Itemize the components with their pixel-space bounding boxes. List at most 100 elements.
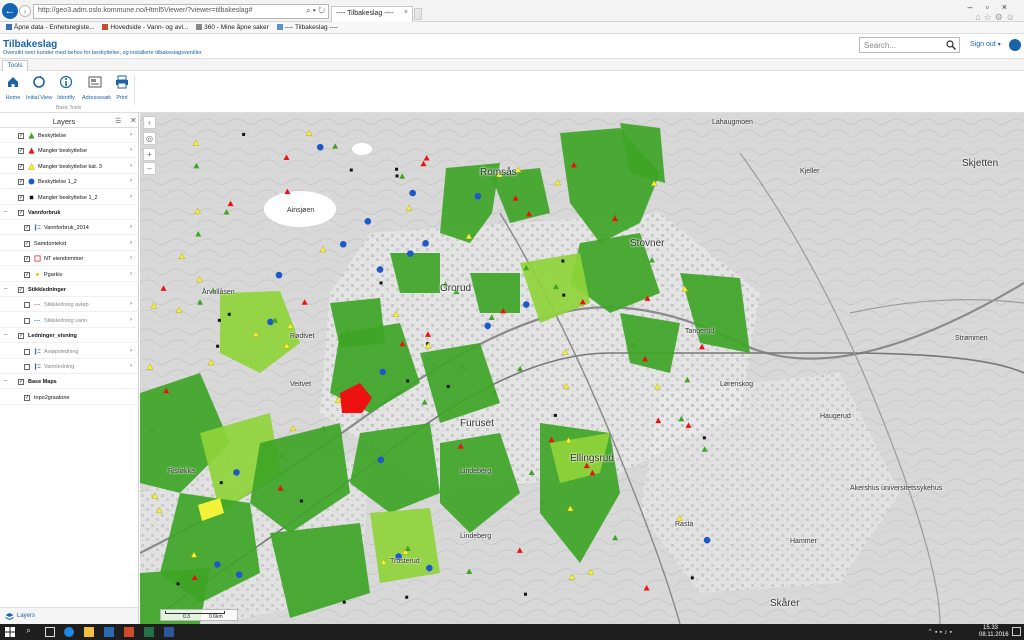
search-icon[interactable]	[946, 40, 956, 50]
layer-checkbox[interactable]: ✓	[24, 240, 30, 247]
identify-button[interactable]: Identify	[53, 75, 79, 101]
sq-black-marker[interactable]	[553, 413, 557, 417]
dot-blue-marker[interactable]	[233, 469, 240, 476]
search-icon[interactable]: ⌕	[26, 625, 36, 635]
powerpoint-icon[interactable]	[124, 627, 134, 637]
sq-black-marker[interactable]	[406, 379, 410, 383]
zoom-in-button[interactable]: +	[143, 148, 156, 161]
layer-row[interactable]: ✓ topo2graatone	[0, 391, 139, 405]
outlook-icon[interactable]	[104, 627, 114, 637]
refresh-icon[interactable]: ⌕ ▾ ↻	[306, 6, 325, 16]
dot-blue-marker[interactable]	[235, 571, 243, 579]
layer-row[interactable]: Avløpsledning ›	[0, 345, 139, 359]
tab-tools[interactable]: Tools	[2, 60, 28, 71]
dot-blue-marker[interactable]	[275, 271, 283, 279]
file-explorer-icon[interactable]	[84, 627, 94, 637]
dot-blue-marker[interactable]	[214, 561, 221, 568]
layer-row[interactable]: ✓ Vannforbruk_2014 ›	[0, 221, 139, 236]
sign-out-button[interactable]: Sign out ▾	[970, 41, 1001, 48]
sq-black-marker[interactable]	[299, 499, 303, 503]
favorite-item[interactable]: ---- Tilbakeslag ----	[276, 22, 338, 34]
window-controls[interactable]: –▫×	[968, 2, 1020, 12]
sq-black-marker[interactable]	[524, 592, 528, 596]
new-tab-button[interactable]	[414, 8, 422, 20]
dot-blue-marker[interactable]	[377, 456, 385, 464]
layer-checkbox[interactable]	[24, 364, 30, 370]
dot-blue-marker[interactable]	[316, 143, 324, 151]
layer-group-row[interactable]: – ✓ Base Maps	[0, 375, 139, 390]
dot-blue-marker[interactable]	[407, 250, 414, 257]
home-button[interactable]: Home	[0, 75, 26, 101]
layer-row[interactable]: ✓ Samdontekst ›	[0, 237, 139, 251]
chevron-right-icon[interactable]: ›	[130, 240, 132, 246]
layer-row[interactable]: Vannledning ›	[0, 360, 139, 374]
layer-checkbox[interactable]: ✓	[18, 163, 24, 170]
browser-tab[interactable]: ---- Tilbakeslag ---- ×	[331, 6, 413, 22]
address-bar[interactable]: http://geo3.adm.oslo.kommune.no/Html5Vie…	[33, 4, 329, 19]
dot-blue-marker[interactable]	[523, 301, 530, 308]
sq-black-marker[interactable]	[562, 293, 566, 297]
sq-black-marker[interactable]	[405, 595, 409, 599]
chevron-right-icon[interactable]: ›	[130, 224, 132, 230]
user-icon[interactable]	[1009, 39, 1021, 51]
favorite-item[interactable]: Hovedside - Vann- og avl...	[102, 22, 188, 34]
layer-checkbox[interactable]: ✓	[18, 333, 24, 340]
collapse-icon[interactable]: –	[4, 332, 7, 338]
initial-view-button[interactable]: Initial View	[26, 75, 52, 101]
chevron-right-icon[interactable]: ›	[130, 301, 132, 307]
close-tab-icon[interactable]: ×	[404, 9, 408, 16]
layer-row[interactable]: ✓ Beskyttelse 1_2 ›	[0, 175, 139, 190]
locate-icon[interactable]: ◎	[143, 132, 156, 145]
zoom-out-button[interactable]: –	[143, 162, 156, 175]
chevron-right-icon[interactable]: ›	[130, 163, 132, 169]
layer-checkbox[interactable]	[24, 317, 30, 324]
system-tray[interactable]: ⌃▪▪♪▪	[927, 628, 954, 636]
layer-checkbox[interactable]: ✓	[18, 210, 24, 216]
favorite-item[interactable]: Åpne data - Enhetsregiste...	[6, 22, 95, 34]
sq-black-marker[interactable]	[561, 259, 565, 263]
chevron-right-icon[interactable]: ›	[130, 348, 132, 354]
sq-black-marker[interactable]	[690, 576, 694, 580]
address-search-button[interactable]: Adressesøk	[82, 75, 111, 101]
task-view-icon[interactable]	[45, 627, 55, 637]
layer-checkbox[interactable]: ✓	[24, 256, 30, 263]
layer-checkbox[interactable]	[24, 302, 30, 309]
sq-black-marker[interactable]	[176, 582, 180, 586]
layer-checkbox[interactable]: ✓	[18, 133, 24, 139]
collapse-panel-button[interactable]: ‹	[143, 116, 156, 129]
favorite-item[interactable]: 360 - Mine åpne saker	[196, 22, 269, 34]
layer-checkbox[interactable]: ✓	[24, 271, 30, 278]
chevron-right-icon[interactable]: ›	[130, 363, 132, 369]
layer-checkbox[interactable]: ✓	[18, 287, 24, 293]
excel-icon[interactable]	[144, 627, 154, 637]
chevron-right-icon[interactable]: ›	[130, 178, 132, 184]
dot-blue-marker[interactable]	[379, 368, 387, 376]
sq-black-marker[interactable]	[342, 600, 346, 604]
sq-black-marker[interactable]	[395, 167, 399, 171]
layer-checkbox[interactable]: ✓	[24, 225, 30, 232]
sq-black-marker[interactable]	[216, 344, 220, 348]
layer-row[interactable]: ✓ NT eiendommer ›	[0, 252, 139, 267]
menu-icon[interactable]: ☰	[115, 117, 121, 125]
layer-row[interactable]: ✓ Pgarkiv ›	[0, 268, 139, 282]
consumption-zone[interactable]	[370, 508, 440, 583]
map-view[interactable]: ‹ ◎ + – Lahaugmoen Skjetten Ainsjøen Romsås…	[140, 113, 1024, 624]
layer-row[interactable]: ✓ Beskyttelse ›	[0, 129, 139, 143]
dot-blue-marker[interactable]	[339, 240, 347, 248]
windows-start-icon[interactable]	[5, 627, 15, 637]
layer-checkbox[interactable]: ✓	[18, 179, 24, 186]
back-button[interactable]: ←	[2, 3, 18, 19]
collapse-icon[interactable]: –	[4, 209, 7, 215]
close-icon[interactable]: ✕	[130, 116, 137, 125]
chevron-right-icon[interactable]: ›	[130, 255, 132, 261]
forward-button[interactable]: ›	[19, 5, 31, 17]
layer-checkbox[interactable]: ✓	[18, 194, 24, 201]
layer-checkbox[interactable]: ✓	[18, 379, 24, 386]
sq-black-marker[interactable]	[217, 318, 221, 322]
dot-blue-marker[interactable]	[484, 322, 491, 330]
dot-blue-marker[interactable]	[703, 536, 711, 544]
dot-blue-marker[interactable]	[426, 564, 433, 572]
word-icon[interactable]	[164, 627, 174, 637]
sq-black-marker[interactable]	[446, 384, 450, 388]
chevron-right-icon[interactable]: ›	[130, 317, 132, 323]
